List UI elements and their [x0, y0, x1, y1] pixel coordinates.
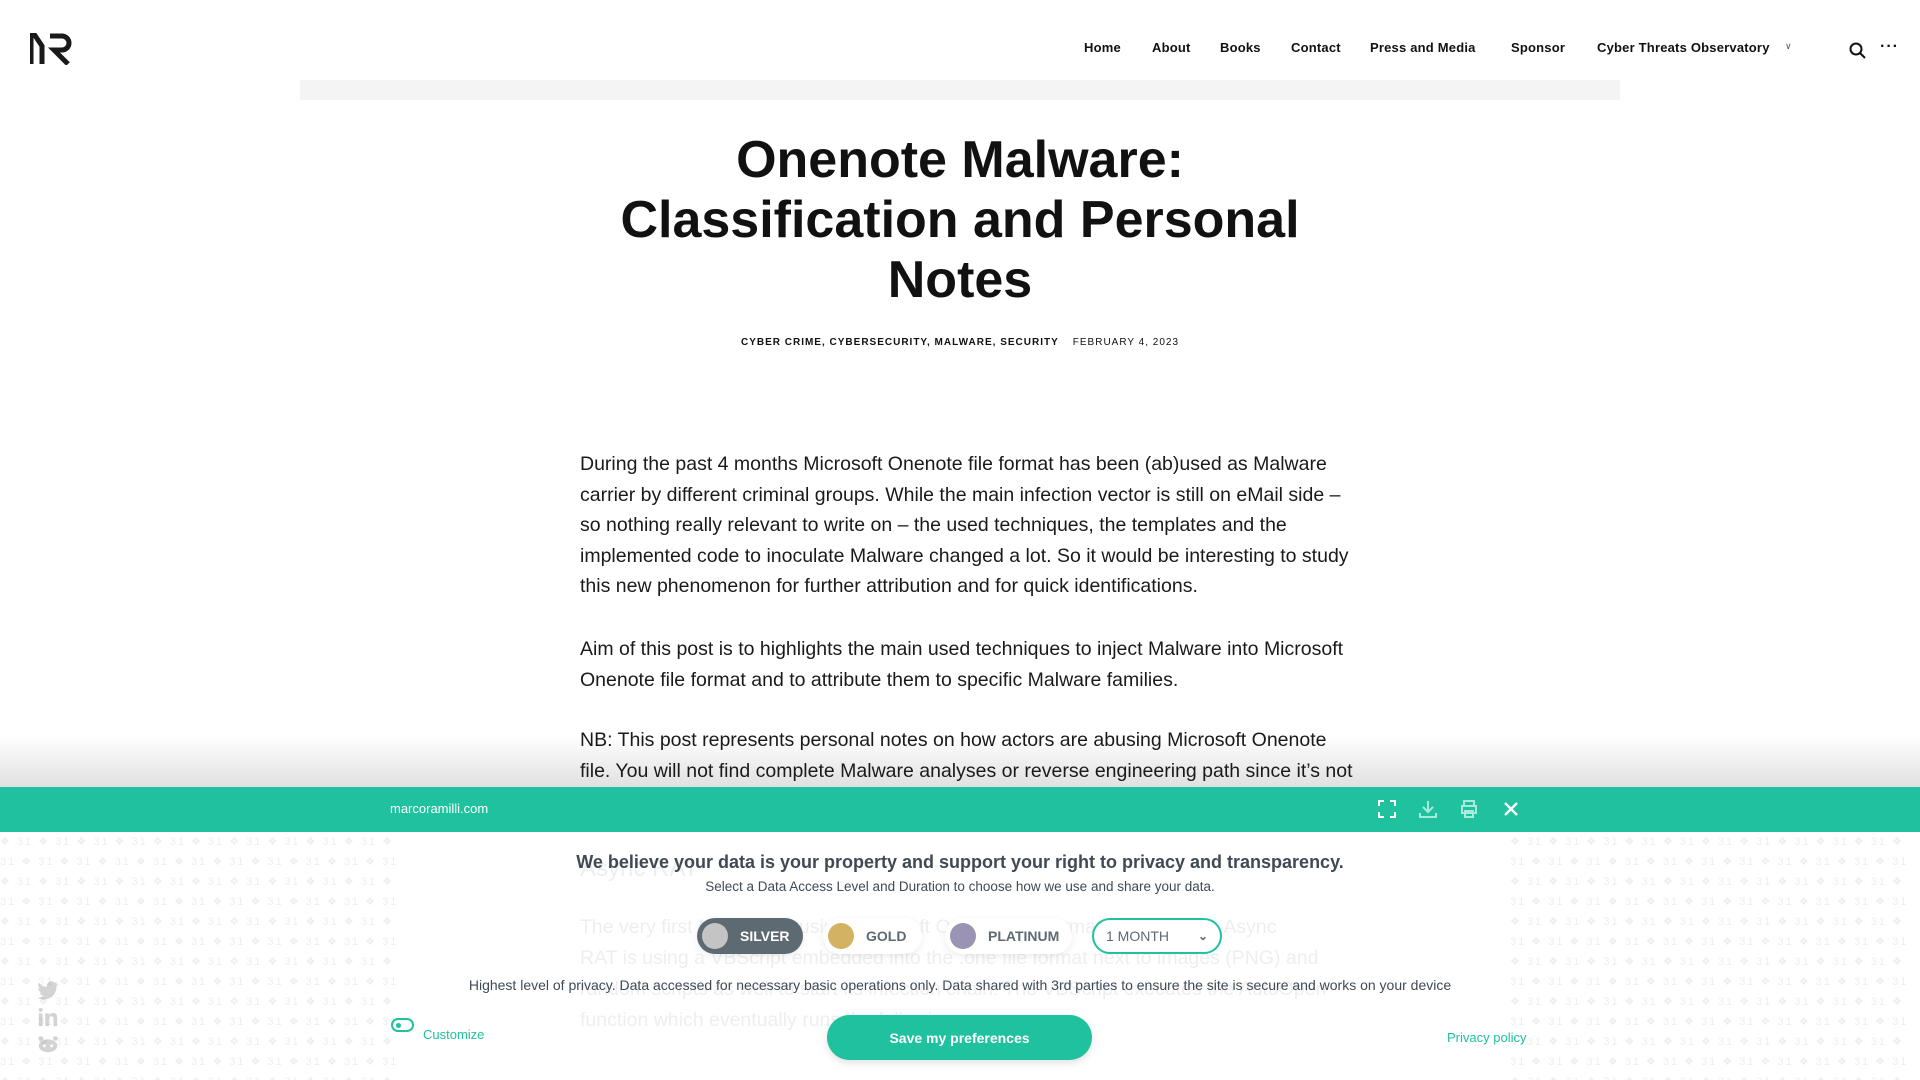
level-label: GOLD: [866, 928, 907, 944]
expand-icon[interactable]: [1376, 798, 1398, 820]
site-logo[interactable]: [30, 33, 74, 65]
level-gold-button[interactable]: GOLD: [823, 918, 922, 954]
nav-press-and-media[interactable]: Press and Media: [1370, 40, 1476, 55]
close-icon[interactable]: [1500, 798, 1522, 820]
consent-toolbar: marcoramilli.com: [0, 787, 1920, 832]
silver-dot-icon: [702, 923, 728, 949]
consent-subheading: Select a Data Access Level and Duration …: [705, 879, 1215, 894]
article-paragraph: NB: This post represents personal notes …: [580, 729, 1353, 812]
duration-select[interactable]: 1 MONTH ⌄: [1092, 918, 1222, 954]
duration-value: 1 MONTH: [1106, 928, 1169, 944]
site-domain: marcoramilli.com: [390, 801, 489, 816]
nav-about[interactable]: About: [1152, 40, 1191, 55]
post-meta: CYBER CRIME, CYBERSECURITY, MALWARE, SEC…: [560, 337, 1360, 348]
level-description: Highest level of privacy. Data accessed …: [468, 977, 1452, 993]
gold-dot-icon: [828, 923, 854, 949]
more-dots-icon[interactable]: ···: [1880, 38, 1899, 56]
consent-panel: ❖ 31 ❖ 31 ❖ 31 ❖ 31 ❖ 31 ❖ 31 ❖ 31 ❖ 31 …: [0, 832, 1920, 1080]
save-preferences-button[interactable]: Save my preferences: [827, 1015, 1092, 1060]
customize-toggle[interactable]: Customize: [391, 1018, 484, 1042]
platinum-dot-icon: [950, 923, 976, 949]
toggle-icon: [391, 1018, 414, 1032]
chevron-down-icon[interactable]: ∨: [1785, 41, 1792, 52]
post-categories[interactable]: CYBER CRIME, CYBERSECURITY, MALWARE, SEC…: [741, 337, 1059, 348]
level-label: SILVER: [740, 928, 790, 944]
linkedin-icon[interactable]: [37, 1006, 59, 1028]
privacy-policy-link[interactable]: Privacy policy: [1447, 1030, 1526, 1045]
level-platinum-button[interactable]: PLATINUM: [945, 918, 1072, 954]
level-silver-button[interactable]: SILVER: [697, 918, 803, 954]
search-icon[interactable]: [1849, 42, 1866, 59]
consent-heading: We believe your data is your property an…: [576, 852, 1344, 872]
nav-cyber-threats-observatory[interactable]: Cyber Threats Observatory: [1597, 40, 1770, 55]
post-date: FEBRUARY 4, 2023: [1072, 337, 1180, 348]
chevron-down-icon: ⌄: [1197, 929, 1208, 943]
level-label: PLATINUM: [988, 928, 1060, 944]
nav-contact[interactable]: Contact: [1291, 40, 1341, 55]
nav-home[interactable]: Home: [1084, 40, 1121, 55]
article-paragraph: During the past 4 months Microsoft Oneno…: [580, 453, 1349, 598]
nav-sponsor[interactable]: Sponsor: [1511, 40, 1565, 55]
print-icon[interactable]: [1458, 798, 1480, 820]
article-paragraph: Aim of this post is to highlights the ma…: [580, 638, 1344, 691]
header-divider: [300, 80, 1620, 100]
customize-label: Customize: [423, 1027, 485, 1042]
nav-books[interactable]: Books: [1220, 40, 1261, 55]
reddit-icon[interactable]: [37, 1033, 59, 1055]
download-icon[interactable]: [1417, 798, 1439, 820]
page-title: Onenote Malware: Classification and Pers…: [620, 131, 1300, 309]
